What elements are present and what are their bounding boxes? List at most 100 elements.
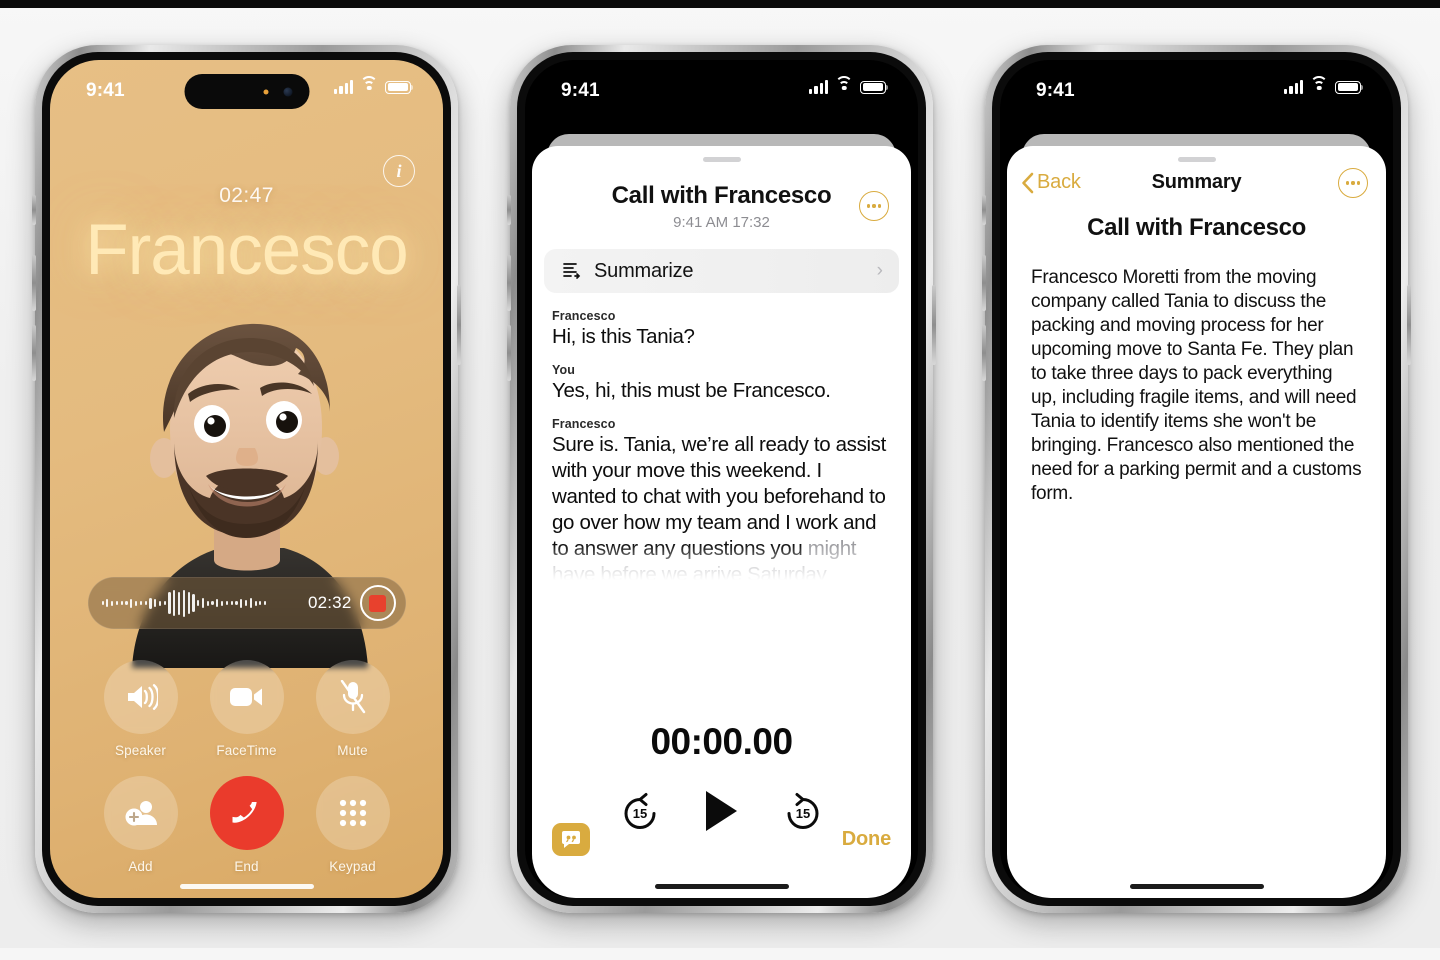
volume-down-button[interactable] [982,325,986,381]
audio-player: 00:00.00 15 15 [532,721,911,831]
phone-device-call: 9:41 i 02:47 Francesco 02:32 Speaker Fac… [32,45,461,913]
microphone-muted-icon [315,660,390,734]
volume-up-button[interactable] [982,255,986,311]
end-call-button[interactable]: End [209,776,284,874]
battery-icon [860,80,889,94]
mute-label: Mute [337,743,368,758]
add-label: Add [128,859,153,874]
transcript-fade-overlay [532,544,911,588]
keypad-button[interactable]: Keypad [315,776,390,874]
power-button[interactable] [1407,285,1411,365]
status-bar-indicators [1284,76,1364,94]
wifi-icon [360,76,378,94]
bottom-band [0,948,1440,960]
power-button[interactable] [932,285,936,365]
home-indicator[interactable] [654,884,789,889]
status-bar-time: 9:41 [86,80,125,101]
phone-bezel: 9:41 Call with Francesco 9:41 AM 17:32 S… [517,52,926,906]
call-timestamp: 9:41 AM 17:32 [673,214,770,231]
page-title: Summary [1151,170,1242,193]
playback-time: 00:00.00 [650,721,793,762]
status-bar-time: 9:41 [561,80,600,101]
volume-down-button[interactable] [507,325,511,381]
speaker-name: You [552,363,575,377]
skip-forward-label: 15 [796,806,810,821]
dynamic-island [184,74,309,109]
call-duration: 02:47 [219,184,274,207]
summarize-label: Summarize [594,259,694,282]
wifi-icon [835,76,853,94]
transcript-entry: Francesco Hi, is this Tania? [552,309,891,350]
facetime-button[interactable]: FaceTime [209,660,284,758]
summary-body-text: Francesco Moretti from the moving compan… [1031,267,1362,504]
cellular-bars-icon [1284,79,1303,94]
transcript-screen: 9:41 Call with Francesco 9:41 AM 17:32 S… [525,60,918,898]
summary-sheet: Back Summary Call with Francesco Frances… [1007,146,1386,898]
speaker-name: Francesco [552,417,616,431]
recording-led-indicator [263,89,268,94]
cellular-bars-icon [809,79,828,94]
mute-button[interactable]: Mute [315,660,390,758]
more-options-icon[interactable] [859,191,889,221]
mute-switch[interactable] [982,195,986,225]
status-bar-indicators [334,76,414,94]
volume-up-button[interactable] [32,255,36,311]
page-title: Call with Francesco [611,182,832,209]
live-transcript-icon[interactable] [552,823,590,856]
front-camera-icon [283,87,292,96]
end-label: End [234,859,259,874]
video-camera-icon [209,660,284,734]
recording-indicator-pill[interactable]: 02:32 [87,577,406,629]
power-button[interactable] [457,285,461,365]
sheet-header: Call with Francesco 9:41 AM 17:32 [532,146,911,231]
add-person-icon [103,776,178,850]
phone-device-summary: 9:41 Back Summary Call with Francesco Fr… [982,45,1411,913]
volume-down-button[interactable] [32,325,36,381]
call-controls-grid: Speaker FaceTime Mute Add End Keypad [88,660,406,874]
transcript-list[interactable]: Francesco Hi, is this Tania? You Yes, hi… [532,293,911,588]
battery-icon [1335,80,1364,94]
audio-waveform [101,588,300,618]
battery-icon [385,80,414,94]
wifi-icon [1310,76,1328,94]
info-icon[interactable]: i [383,155,415,187]
speaker-name: Francesco [552,309,616,323]
add-call-button[interactable]: Add [103,776,178,874]
phone-bezel: 9:41 i 02:47 Francesco 02:32 Speaker Fac… [42,52,451,906]
more-options-icon[interactable] [1338,168,1368,198]
back-button[interactable]: Back [1021,171,1081,194]
top-letterbox-band [0,0,1440,8]
call-screen: 9:41 i 02:47 Francesco 02:32 Speaker Fac… [50,60,443,898]
screenshot-stage: 9:41 i 02:47 Francesco 02:32 Speaker Fac… [0,0,1440,960]
status-bar-indicators [809,76,889,94]
mute-switch[interactable] [507,195,511,225]
status-bar: 9:41 [1000,60,1393,118]
sheet-footer: Done [532,823,911,856]
done-button[interactable]: Done [842,828,891,851]
summary-screen: 9:41 Back Summary Call with Francesco Fr… [1000,60,1393,898]
home-indicator[interactable] [179,884,314,889]
speaker-label: Speaker [115,743,166,758]
mute-switch[interactable] [32,195,36,225]
home-indicator[interactable] [1129,884,1264,889]
status-bar-time: 9:41 [1036,80,1075,101]
cellular-bars-icon [334,79,353,94]
back-label: Back [1037,171,1081,193]
transcript-sheet: Call with Francesco 9:41 AM 17:32 Summar… [532,146,911,898]
phone-device-transcript: 9:41 Call with Francesco 9:41 AM 17:32 S… [507,45,936,913]
navigation-bar: Back Summary [1007,146,1386,198]
chevron-right-icon: › [876,260,883,281]
utterance-text: Hi, is this Tania? [552,325,695,348]
summarize-button[interactable]: Summarize › [544,249,899,293]
volume-up-button[interactable] [507,255,511,311]
speaker-button[interactable]: Speaker [103,660,178,758]
stop-recording-icon[interactable] [359,585,396,621]
caller-name: Francesco [85,211,408,290]
chevron-left-icon [1022,172,1034,193]
speaker-icon [103,660,178,734]
summarize-icon [563,263,581,279]
phone-bezel: 9:41 Back Summary Call with Francesco Fr… [992,52,1401,906]
status-bar: 9:41 [525,60,918,118]
keypad-icon [315,776,390,850]
keypad-label: Keypad [329,859,376,874]
